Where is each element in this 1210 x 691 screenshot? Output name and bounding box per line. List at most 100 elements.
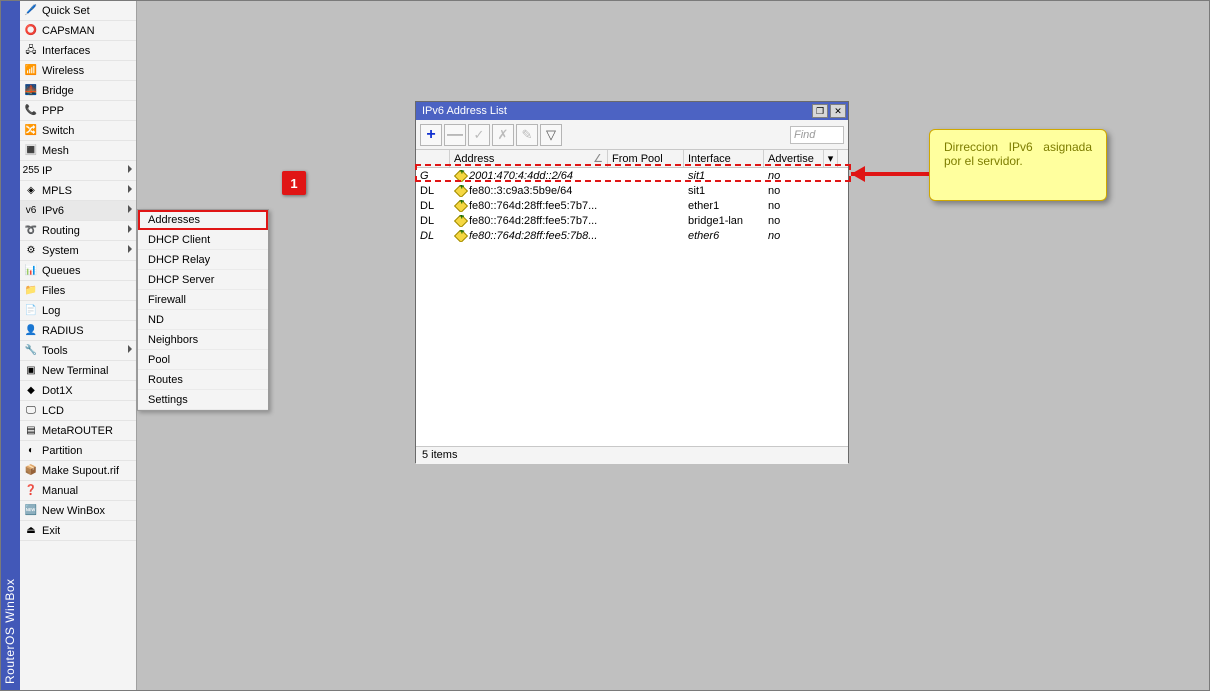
sidebar-item-label: IP — [42, 161, 52, 181]
sidebar-item-bridge[interactable]: 🌉Bridge — [20, 81, 136, 101]
col-advertise[interactable]: Advertise — [764, 150, 824, 167]
sidebar-item-log[interactable]: 📄Log — [20, 301, 136, 321]
address-icon — [454, 200, 468, 212]
comment-button[interactable]: ✎ — [516, 124, 538, 146]
sidebar-item-files[interactable]: 📁 Files — [20, 281, 136, 301]
enable-button[interactable]: ✓ — [468, 124, 490, 146]
capsman-icon: ⭕ — [24, 24, 38, 38]
sidebar-item-capsman[interactable]: ⭕CAPsMAN — [20, 21, 136, 41]
submenu-item-neighbors[interactable]: Neighbors — [138, 330, 268, 350]
sidebar-item-mesh[interactable]: 🔳Mesh — [20, 141, 136, 161]
col-from-pool[interactable]: From Pool — [608, 150, 684, 167]
submenu-item-addresses[interactable]: Addresses — [138, 210, 268, 230]
sidebar-item-system[interactable]: ⚙System — [20, 241, 136, 261]
sidebar-item-label: Switch — [42, 121, 74, 141]
partition-icon: ◐ — [24, 444, 38, 458]
sidebar-item-new-winbox[interactable]: 🆕New WinBox — [20, 501, 136, 521]
ipv6-icon: v6 — [24, 204, 38, 218]
ppp-icon: 📞 — [24, 104, 38, 118]
window-restore-button[interactable]: ❐ — [812, 104, 828, 118]
sidebar-item-exit[interactable]: ⏏Exit — [20, 521, 136, 541]
lcd-icon: 🖵 — [24, 404, 38, 418]
add-button[interactable]: + — [420, 124, 442, 146]
sidebar-item-interfaces[interactable]: 🖧Interfaces — [20, 41, 136, 61]
sidebar-item-ipv6[interactable]: v6IPv6 — [20, 201, 136, 221]
sidebar-item-wireless[interactable]: 📶Wireless — [20, 61, 136, 81]
sidebar-item-queues[interactable]: 📊Queues — [20, 261, 136, 281]
col-address-label: Address — [454, 153, 494, 165]
sidebar-item-manual[interactable]: ❓Manual — [20, 481, 136, 501]
row-interface: ether1 — [684, 200, 764, 212]
col-interface[interactable]: Interface — [684, 150, 764, 167]
submenu-item-pool[interactable]: Pool — [138, 350, 268, 370]
row-address-text: fe80::764d:28ff:fee5:7b7... — [469, 200, 597, 212]
sidebar-item-partition[interactable]: ◐Partition — [20, 441, 136, 461]
sidebar-item-label: PPP — [42, 101, 64, 121]
disable-button[interactable]: ✗ — [492, 124, 514, 146]
table-row[interactable]: DLfe80::764d:28ff:fee5:7b8...ether6no — [416, 228, 848, 243]
row-advertise: no — [764, 170, 824, 182]
sidebar-item-routing[interactable]: ➰Routing — [20, 221, 136, 241]
submenu-item-routes[interactable]: Routes — [138, 370, 268, 390]
row-flag: DL — [416, 200, 450, 212]
files-icon: 📁 — [24, 284, 38, 298]
sidebar-item-ppp[interactable]: 📞 PPP — [20, 101, 136, 121]
sidebar-item-label: Tools — [42, 341, 68, 361]
address-icon — [454, 170, 468, 182]
submenu-item-dhcp-client[interactable]: DHCP Client — [138, 230, 268, 250]
quick-set-icon: 🖊️ — [24, 4, 38, 18]
row-address: fe80::3:c9a3:5b9e/64 — [450, 185, 608, 197]
sidebar-item-make-supout-rif[interactable]: 📦Make Supout.rif — [20, 461, 136, 481]
system-icon: ⚙ — [24, 244, 38, 258]
sidebar-item-label: Files — [42, 281, 65, 301]
table-row[interactable]: DLfe80::3:c9a3:5b9e/64sit1no — [416, 183, 848, 198]
row-address: fe80::764d:28ff:fee5:7b7... — [450, 200, 608, 212]
submenu-item-firewall[interactable]: Firewall — [138, 290, 268, 310]
new-terminal-icon: ▣ — [24, 364, 38, 378]
sidebar-item-mpls[interactable]: ◈ MPLS — [20, 181, 136, 201]
table-row[interactable]: G2001:470:4:4dd::2/64sit1no — [416, 168, 848, 183]
remove-button[interactable]: — — [444, 124, 466, 146]
submenu-item-nd[interactable]: ND — [138, 310, 268, 330]
window-titlebar[interactable]: IPv6 Address List ❐ ✕ — [416, 102, 848, 120]
table-row[interactable]: DL fe80::764d:28ff:fee5:7b7... ether1no — [416, 198, 848, 213]
row-interface: ether6 — [684, 230, 764, 242]
row-address-text: fe80::3:c9a3:5b9e/64 — [469, 185, 572, 197]
dot1x-icon: ◆ — [24, 384, 38, 398]
filter-button[interactable]: ▽ — [540, 124, 562, 146]
sidebar-item-label: LCD — [42, 401, 64, 421]
submenu-item-dhcp-relay[interactable]: DHCP Relay — [138, 250, 268, 270]
submenu-arrow-icon — [128, 345, 132, 353]
sidebar-item-label: MPLS — [42, 181, 72, 201]
sidebar-item-ip[interactable]: 255IP — [20, 161, 136, 181]
window-close-button[interactable]: ✕ — [830, 104, 846, 118]
col-flag[interactable] — [416, 150, 450, 167]
sidebar-item-label: RADIUS — [42, 321, 84, 341]
sidebar-item-lcd[interactable]: 🖵 LCD — [20, 401, 136, 421]
sidebar-item-radius[interactable]: 👤RADIUS — [20, 321, 136, 341]
sidebar-item-quick-set[interactable]: 🖊️Quick Set — [20, 1, 136, 21]
sidebar-item-label: Wireless — [42, 61, 84, 81]
sidebar-item-tools[interactable]: 🔧Tools — [20, 341, 136, 361]
submenu-item-settings[interactable]: Settings — [138, 390, 268, 410]
find-input[interactable]: Find — [790, 126, 844, 144]
address-icon — [454, 215, 468, 227]
sidebar-item-metarouter[interactable]: ▤MetaROUTER — [20, 421, 136, 441]
col-address[interactable]: Address∠ — [450, 150, 608, 167]
sidebar-item-new-terminal[interactable]: ▣New Terminal — [20, 361, 136, 381]
sidebar-item-switch[interactable]: 🔀Switch — [20, 121, 136, 141]
ipv6-address-list-window: IPv6 Address List ❐ ✕ + — ✓ ✗ ✎ ▽ Find A… — [415, 101, 849, 463]
bridge-icon: 🌉 — [24, 84, 38, 98]
sidebar-item-label: MetaROUTER — [42, 421, 113, 441]
mesh-icon: 🔳 — [24, 144, 38, 158]
submenu-item-dhcp-server[interactable]: DHCP Server — [138, 270, 268, 290]
mpls-icon: ◈ — [24, 184, 38, 198]
sidebar-item-label: Exit — [42, 521, 60, 541]
col-menu-button[interactable]: ▾ — [824, 150, 838, 167]
row-address-text: 2001:470:4:4dd::2/64 — [469, 170, 573, 182]
row-flag: DL — [416, 185, 450, 197]
row-interface: sit1 — [684, 170, 764, 182]
sidebar-item-dot1x[interactable]: ◆Dot1X — [20, 381, 136, 401]
row-advertise: no — [764, 200, 824, 212]
table-row[interactable]: DLfe80::764d:28ff:fee5:7b7...bridge1-lan… — [416, 213, 848, 228]
